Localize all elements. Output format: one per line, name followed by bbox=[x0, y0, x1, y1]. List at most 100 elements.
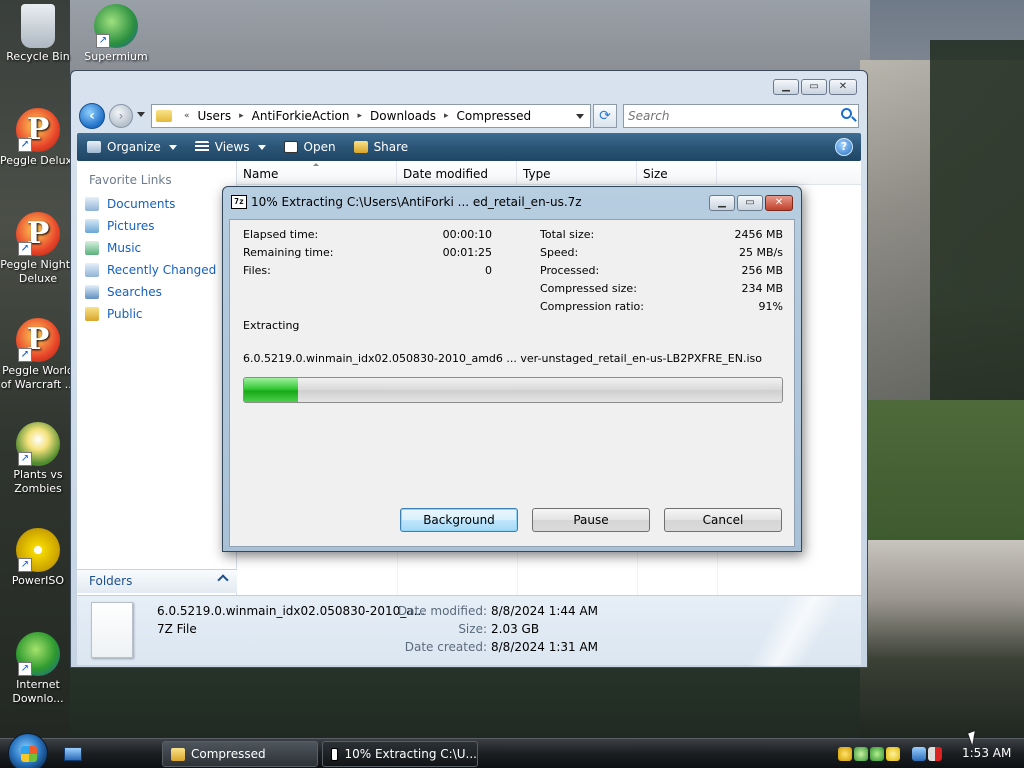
chevron-down-icon bbox=[168, 144, 177, 150]
taskbar: Compressed 10% Extracting C:\U... 1:53 A… bbox=[0, 733, 1024, 768]
dialog-maximize-button[interactable]: ▭ bbox=[737, 195, 763, 211]
dialog-title: 10% Extracting C:\Users\AntiForki ... ed… bbox=[251, 195, 582, 209]
maximize-button[interactable]: ▭ bbox=[801, 79, 827, 95]
clock[interactable]: 1:53 AM bbox=[962, 746, 1011, 760]
column-header-empty bbox=[717, 161, 861, 185]
details-size: Size: 2.03 GB bbox=[377, 622, 539, 636]
favorite-link-recently-changed[interactable]: Recently Changed bbox=[85, 261, 216, 279]
back-button[interactable]: ‹ bbox=[79, 103, 105, 129]
address-bar: ‹ › « Users ▸ AntiForkieAction ▸ Downloa… bbox=[79, 103, 859, 129]
column-header-date-modified[interactable]: Date modified bbox=[397, 161, 517, 185]
details-label: Size: bbox=[458, 622, 487, 636]
refresh-button[interactable]: ⟳ bbox=[593, 104, 617, 128]
searches-icon bbox=[85, 285, 99, 299]
dialog-window-controls: ▁ ▭ ✕ bbox=[709, 195, 793, 211]
desktop-wallpaper-lake bbox=[860, 540, 1024, 740]
folders-label: Folders bbox=[89, 574, 133, 588]
views-menu[interactable]: Views bbox=[194, 140, 266, 154]
dialog-minimize-button[interactable]: ▁ bbox=[709, 195, 735, 211]
desktop-icon-recycle-bin[interactable]: Recycle Bin bbox=[0, 4, 76, 64]
background-button[interactable]: Background bbox=[400, 508, 518, 532]
breadcrumb-item-users[interactable]: Users bbox=[198, 109, 232, 123]
breadcrumb-item-compressed[interactable]: Compressed bbox=[456, 109, 531, 123]
desktop-icon-poweriso[interactable]: ↗ PowerISO bbox=[0, 528, 76, 588]
favorite-link-music[interactable]: Music bbox=[85, 239, 141, 257]
operation-status: Extracting bbox=[243, 319, 300, 332]
desktop-icon-internet-download-manager[interactable]: ↗ Internet Downlo... bbox=[0, 632, 76, 706]
poweriso-tray-icon[interactable] bbox=[886, 747, 900, 761]
folders-toggle[interactable]: Folders bbox=[77, 569, 237, 593]
breadcrumb[interactable]: « Users ▸ AntiForkieAction ▸ Downloads ▸… bbox=[151, 104, 591, 128]
open-button[interactable]: Open bbox=[283, 140, 336, 154]
favorite-link-documents[interactable]: Documents bbox=[85, 195, 175, 213]
search-box[interactable] bbox=[623, 104, 859, 128]
progress-fill bbox=[244, 378, 298, 402]
favorite-link-searches[interactable]: Searches bbox=[85, 283, 162, 301]
extraction-dialog: 7z 10% Extracting C:\Users\AntiForki ...… bbox=[222, 186, 802, 552]
navigation-pane: Favorite Links Documents Pictures Music … bbox=[77, 161, 237, 595]
shortcut-arrow-icon: ↗ bbox=[96, 34, 110, 48]
share-icon bbox=[353, 141, 368, 153]
compression-ratio-label: Compression ratio: bbox=[540, 300, 644, 313]
remaining-time-value: 00:01:25 bbox=[442, 246, 492, 259]
elapsed-time-label: Elapsed time: bbox=[243, 228, 319, 241]
desktop-icon-label: Peggle Deluxe bbox=[0, 154, 70, 167]
desktop-icon-label: Supermium bbox=[84, 50, 148, 63]
forward-button[interactable]: › bbox=[109, 104, 133, 128]
details-label: Date modified: bbox=[397, 604, 487, 618]
desktop-icon-peggle-wow[interactable]: P ↗ Peggle World of Warcraft ... bbox=[0, 318, 76, 392]
breadcrumb-item-user[interactable]: AntiForkieAction bbox=[252, 109, 350, 123]
desktop-icon-peggle-nights[interactable]: P ↗ Peggle Nights Deluxe bbox=[0, 212, 76, 286]
volume-muted-icon[interactable] bbox=[928, 747, 942, 761]
start-button[interactable] bbox=[8, 733, 48, 768]
desktop-icon-label: PowerISO bbox=[11, 574, 65, 587]
search-input[interactable] bbox=[628, 106, 828, 126]
taskbar-item-extracting[interactable]: 10% Extracting C:\U... bbox=[322, 741, 478, 767]
app-tray-icon[interactable] bbox=[870, 747, 884, 761]
search-icon[interactable] bbox=[841, 108, 852, 119]
favorite-link-label: Documents bbox=[107, 197, 176, 211]
desktop-icon-plants-vs-zombies[interactable]: ↗ Plants vs Zombies bbox=[0, 422, 76, 496]
column-header-type[interactable]: Type bbox=[517, 161, 637, 185]
dialog-close-button[interactable]: ✕ bbox=[765, 195, 793, 211]
speed-label: Speed: bbox=[540, 246, 579, 259]
column-header-size[interactable]: Size bbox=[637, 161, 717, 185]
organize-menu[interactable]: Organize bbox=[87, 140, 177, 154]
music-icon bbox=[85, 241, 99, 255]
help-button[interactable]: ? bbox=[835, 138, 853, 156]
column-header-name[interactable]: Name bbox=[237, 161, 397, 185]
windows-logo-icon bbox=[21, 746, 37, 762]
breadcrumb-separator[interactable]: ▸ bbox=[444, 111, 449, 121]
minimize-button[interactable]: ▁ bbox=[773, 79, 799, 95]
download-manager-tray-icon[interactable] bbox=[854, 747, 868, 761]
security-shield-icon[interactable] bbox=[838, 747, 852, 761]
details-file-type: 7Z File bbox=[157, 622, 197, 636]
breadcrumb-separator[interactable]: ▸ bbox=[358, 111, 363, 121]
breadcrumb-overflow[interactable]: « bbox=[184, 111, 190, 121]
desktop-icon-peggle-deluxe[interactable]: P↗ Peggle Deluxe bbox=[0, 108, 76, 168]
taskbar-item-compressed[interactable]: Compressed bbox=[162, 741, 318, 767]
chevron-down-icon bbox=[257, 144, 266, 150]
shortcut-arrow-icon: ↗ bbox=[18, 662, 32, 676]
shortcut-arrow-icon: ↗ bbox=[18, 558, 32, 572]
chevron-up-icon bbox=[217, 574, 229, 586]
show-desktop-icon[interactable] bbox=[64, 747, 82, 761]
peggle-nights-icon: P ↗ bbox=[16, 212, 60, 256]
favorite-link-public[interactable]: Public bbox=[85, 305, 143, 323]
close-button[interactable]: ✕ bbox=[829, 79, 857, 95]
desktop-icon-supermium[interactable]: ↗ Supermium bbox=[78, 4, 154, 64]
address-dropdown-icon[interactable] bbox=[576, 114, 584, 119]
favorite-link-pictures[interactable]: Pictures bbox=[85, 217, 155, 235]
command-bar: Organize Views Open Share ? bbox=[77, 133, 861, 161]
cancel-button[interactable]: Cancel bbox=[664, 508, 782, 532]
organize-icon bbox=[87, 141, 101, 153]
total-size-label: Total size: bbox=[540, 228, 595, 241]
pause-button[interactable]: Pause bbox=[532, 508, 650, 532]
recycle-bin-icon bbox=[21, 4, 55, 48]
breadcrumb-separator[interactable]: ▸ bbox=[239, 111, 244, 121]
recent-pages-dropdown[interactable] bbox=[137, 112, 145, 117]
network-icon[interactable] bbox=[912, 747, 926, 761]
share-button[interactable]: Share bbox=[353, 140, 408, 154]
favorite-link-label: Music bbox=[107, 241, 142, 255]
breadcrumb-item-downloads[interactable]: Downloads bbox=[370, 109, 436, 123]
